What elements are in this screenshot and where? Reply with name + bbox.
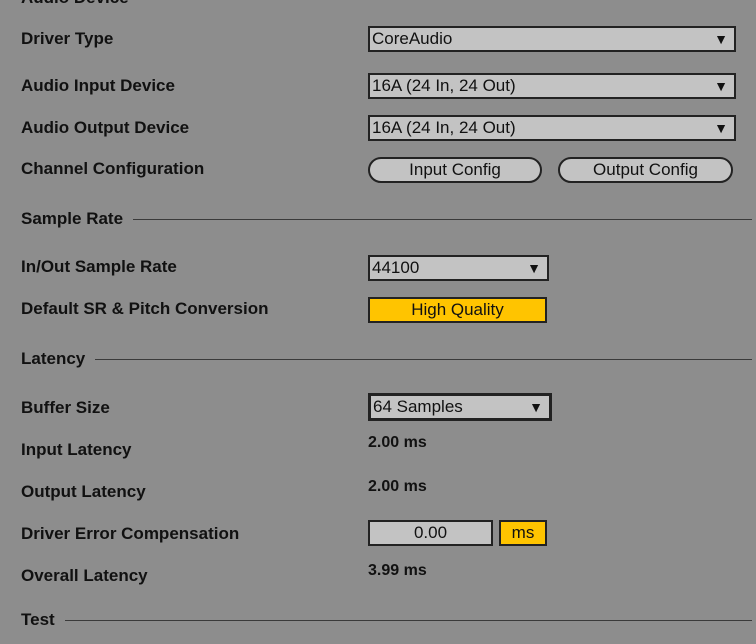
chevron-down-icon: ▼ — [527, 260, 541, 276]
audio-input-device-value: 16A (24 In, 24 Out) — [372, 76, 516, 95]
section-sample-rate: Sample Rate — [21, 209, 752, 229]
output-latency-value: 2.00 ms — [368, 478, 427, 495]
sample-rate-value: 44100 — [372, 258, 420, 277]
divider — [95, 358, 752, 360]
overall-latency-label: Overall Latency — [21, 566, 148, 585]
input-latency-value: 2.00 ms — [368, 434, 427, 451]
driver-error-unit-label: ms — [499, 520, 547, 546]
buffer-size-label: Buffer Size — [21, 398, 110, 417]
input-config-button[interactable]: Input Config — [368, 157, 542, 183]
section-title: Test — [21, 610, 55, 629]
chevron-down-icon: ▼ — [714, 31, 728, 47]
channel-configuration-label: Channel Configuration — [21, 159, 205, 178]
driver-type-value: CoreAudio — [372, 29, 453, 48]
output-config-button[interactable]: Output Config — [558, 157, 733, 183]
audio-input-device-label: Audio Input Device — [21, 76, 175, 95]
driver-type-label: Driver Type — [21, 29, 114, 48]
chevron-down-icon: ▼ — [529, 399, 543, 415]
section-latency: Latency — [21, 349, 752, 369]
audio-output-device-label: Audio Output Device — [21, 118, 190, 137]
driver-error-compensation-input[interactable]: 0.00 — [368, 520, 493, 546]
driver-type-dropdown[interactable]: CoreAudio ▼ — [368, 26, 736, 52]
driver-error-compensation-label: Driver Error Compensation — [21, 524, 240, 543]
audio-output-device-dropdown[interactable]: 16A (24 In, 24 Out) ▼ — [368, 115, 736, 141]
chevron-down-icon: ▼ — [714, 78, 728, 94]
sample-rate-label: In/Out Sample Rate — [21, 257, 177, 276]
overall-latency-value: 3.99 ms — [368, 562, 427, 579]
section-title: Latency — [21, 349, 86, 368]
sr-conversion-toggle[interactable]: High Quality — [368, 297, 547, 323]
audio-input-device-dropdown[interactable]: 16A (24 In, 24 Out) ▼ — [368, 73, 736, 99]
output-latency-label: Output Latency — [21, 482, 146, 501]
section-title: Sample Rate — [21, 209, 124, 228]
section-test: Test — [21, 610, 752, 630]
section-audio-device: Audio Device — [21, 0, 129, 8]
divider — [133, 218, 752, 220]
chevron-down-icon: ▼ — [714, 120, 728, 136]
input-latency-label: Input Latency — [21, 440, 132, 459]
sample-rate-dropdown[interactable]: 44100 ▼ — [368, 255, 549, 281]
sr-conversion-label: Default SR & Pitch Conversion — [21, 299, 269, 318]
divider — [64, 619, 752, 621]
buffer-size-dropdown[interactable]: 64 Samples ▼ — [368, 393, 552, 421]
audio-output-device-value: 16A (24 In, 24 Out) — [372, 118, 516, 137]
buffer-size-value: 64 Samples — [373, 397, 463, 416]
